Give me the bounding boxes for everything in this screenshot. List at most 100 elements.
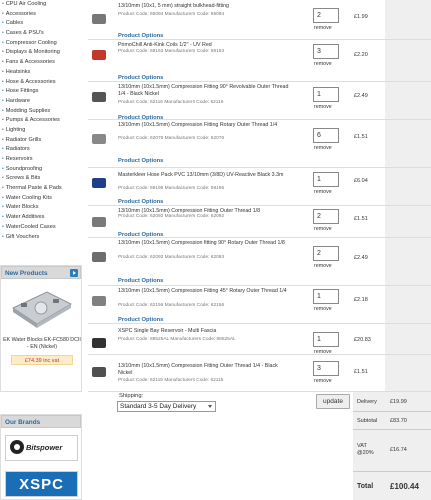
delivery-row: Delivery £19.99 [353,392,431,412]
product-thumbnail[interactable] [92,338,106,348]
bullet-icon: • [2,146,4,153]
category-item[interactable]: • Thermal Paste & Pads [2,184,82,194]
remove-link[interactable]: remove [314,226,332,232]
bitspower-logo-text: Bitspower [26,443,63,452]
category-item[interactable]: • Radiators [2,145,82,155]
category-item[interactable]: • Cables [2,19,82,29]
category-label: Water Blocks [5,204,39,211]
category-item[interactable]: • Lighting [2,126,82,136]
brands-heading: Our Brands [1,415,81,428]
product-thumbnail[interactable] [92,134,106,144]
category-item[interactable]: • Displays & Monitoring [2,48,82,58]
category-item[interactable]: • Water Cooling Kits [2,194,82,204]
category-item[interactable]: • Water Blocks [2,203,82,213]
category-item[interactable]: • Hose Fittings [2,87,82,97]
product-name[interactable]: 13/10mm (10x1.5mm) Compression Fitting O… [118,363,290,376]
remove-link[interactable]: remove [314,104,332,110]
product-thumbnail[interactable] [92,92,106,102]
quantity-input[interactable]: 1 [313,289,339,304]
quantity-input[interactable]: 3 [313,361,339,376]
quantity-input[interactable]: 3 [313,44,339,59]
product-options-link[interactable]: Product Options [118,158,163,164]
bitspower-mark-icon [10,440,24,454]
category-label: Displays & Monitoring [5,49,60,56]
product-name[interactable]: 13/10mm (10x1, 5 mm) straight bulkhead-f… [118,3,290,10]
remove-link[interactable]: remove [314,189,332,195]
category-item[interactable]: • Screws & Bits [2,174,82,184]
product-code: Product Code: 62116 Manufacturers Code: … [118,100,224,105]
product-thumbnail[interactable] [92,367,106,377]
product-thumbnail[interactable] [92,50,106,60]
shipping-select[interactable]: Standard 3-5 Day Delivery [117,401,216,412]
product-code: Product Code: 62093 Manufacturers Code: … [118,255,225,260]
product-options-link[interactable]: Product Options [118,278,163,284]
product-thumbnail[interactable] [92,217,106,227]
product-code: Product Code: 62092 Manufacturers Code: … [118,214,225,219]
category-item[interactable]: • CPU Air Cooling [2,0,82,10]
quantity-input[interactable]: 1 [313,87,339,102]
bitspower-logo[interactable]: Bitspower [5,435,78,461]
product-code: Product Code: 62156 Manufacturers Code: … [118,303,225,308]
product-image[interactable] [7,286,75,330]
new-product-price: £74.39 inc vat [11,355,73,365]
unit-price: £2.49 [354,93,368,99]
category-label: Cables [5,20,24,27]
remove-link[interactable]: remove [314,306,332,312]
next-arrow-icon[interactable] [70,269,78,277]
category-item[interactable]: • Gift Vouchers [2,233,82,243]
remove-link[interactable]: remove [314,378,332,384]
category-label: Pumps & Accessories [5,117,60,124]
category-item[interactable]: • Hose & Accessories [2,78,82,88]
xspc-logo[interactable]: XSPC [5,471,78,497]
category-item[interactable]: • Pumps & Accessories [2,116,82,126]
category-item[interactable]: • Heatsinks [2,68,82,78]
category-item[interactable]: • Compressor Cooling [2,39,82,49]
quantity-input[interactable]: 2 [313,246,339,261]
category-label: Water Additives [5,214,45,221]
category-item[interactable]: • Soundproofing [2,165,82,175]
category-item[interactable]: • Fans & Accessories [2,58,82,68]
product-name[interactable]: PrimoChill Anti-Kink Coils 1/2" - UV Red [118,42,290,49]
category-item[interactable]: • Accessories [2,10,82,20]
category-item[interactable]: • Hardware [2,97,82,107]
product-thumbnail[interactable] [92,296,106,306]
product-name[interactable]: Masterkleer Hose Pack PVC 13/10mm (3/8D)… [118,172,290,179]
category-label: Fans & Accessories [5,59,55,66]
remove-link[interactable]: remove [314,145,332,151]
product-thumbnail[interactable] [92,178,106,188]
product-options-link[interactable]: Product Options [118,33,163,39]
product-name[interactable]: 13/10mm (10x1.5mm) Compression Fitting 9… [118,84,290,97]
category-item[interactable]: • Reservoirs [2,155,82,165]
update-button[interactable]: update [316,394,350,409]
category-label: Radiators [5,146,30,153]
quantity-input[interactable]: 2 [313,8,339,23]
category-label: Lighting [5,126,26,133]
product-options-link[interactable]: Product Options [118,199,163,205]
bullet-icon: • [2,59,4,66]
product-thumbnail[interactable] [92,14,106,24]
category-item[interactable]: • Cases & PSU's [2,29,82,39]
product-thumbnail[interactable] [92,252,106,262]
quantity-input[interactable]: 2 [313,209,339,224]
quantity-input[interactable]: 6 [313,128,339,143]
remove-link[interactable]: remove [314,263,332,269]
product-name[interactable]: 13/10mm (10x1.5mm) Compression Fitting R… [118,122,290,129]
product-name[interactable]: 13/10mm (10x1.5mm) Compression fitting 9… [118,240,290,247]
quantity-input[interactable]: 1 [313,332,339,347]
new-product-name[interactable]: EK Water Blocks EK-FC580 DCII - EN (Nick… [2,337,82,351]
quantity-input[interactable]: 1 [313,172,339,187]
remove-link[interactable]: remove [314,61,332,67]
category-item[interactable]: • Water Additives [2,213,82,223]
remove-link[interactable]: remove [314,25,332,31]
product-code: Product Code: 88525AL Manufacturers Code… [118,337,236,342]
category-label: Soundproofing [5,165,43,172]
product-options-link[interactable]: Product Options [118,75,163,81]
brands-heading-label: Our Brands [5,419,41,426]
category-item[interactable]: • Modding Supplies [2,107,82,117]
category-item[interactable]: • Radiator Grills [2,136,82,146]
product-name[interactable]: XSPC Single Bay Reservoir - Multi Fascia [118,328,290,335]
product-options-link[interactable]: Product Options [118,317,163,323]
product-name[interactable]: 13/10mm (10x1.5mm) Compression Fitting 4… [118,288,290,295]
category-item[interactable]: • WaterCooled Cases [2,223,82,233]
unit-price: £1.51 [354,134,368,140]
